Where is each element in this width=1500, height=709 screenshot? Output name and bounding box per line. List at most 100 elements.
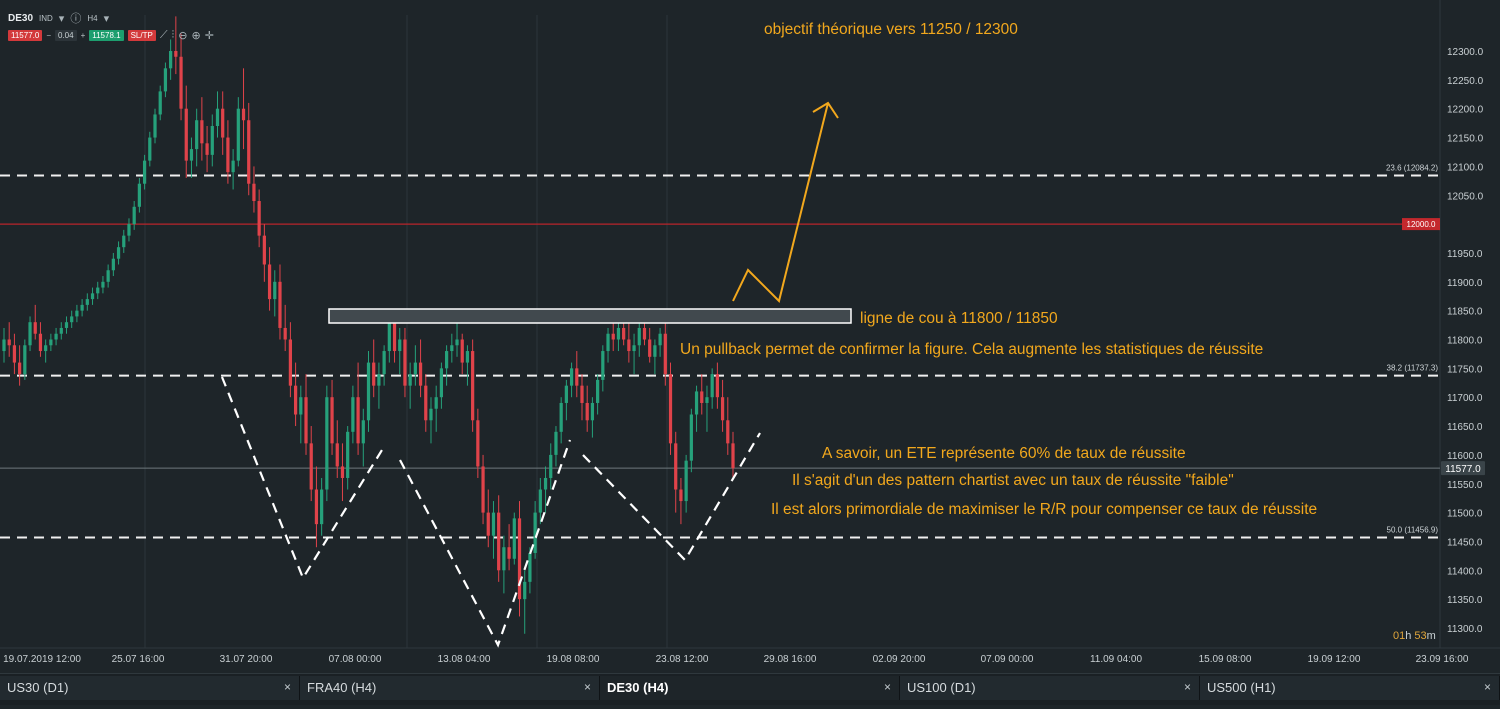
x-tick-label: 23.08 12:00	[656, 654, 709, 665]
candlestick-chart[interactable]: 12000.0 23.6 (12084.2) 38.2 (11737.3) 50.0 …	[0, 0, 1500, 704]
x-tick-label: 11.09 04:00	[1090, 654, 1143, 665]
candle-body	[575, 368, 579, 386]
chart-annotation: A savoir, un ETE représente 60% de taux …	[822, 445, 1186, 462]
candle-body	[49, 339, 53, 346]
candle-body	[684, 460, 688, 502]
zoom-in-icon[interactable]: ⊕	[191, 29, 200, 42]
y-tick-label: 11950.0	[1447, 249, 1483, 260]
close-icon[interactable]: ×	[1484, 680, 1491, 694]
chart-annotation: objectif théorique vers 11250 / 12300	[764, 21, 1018, 38]
candle-body	[330, 397, 334, 444]
indicators-icon[interactable]: ⫶	[172, 29, 175, 42]
candle-body	[413, 362, 417, 375]
candle-body	[392, 322, 397, 352]
close-icon[interactable]: ×	[884, 680, 891, 694]
candle-body	[689, 414, 693, 461]
countdown-part: 01	[1393, 630, 1405, 642]
tab-us500[interactable]: US500 (H1) ×	[1200, 676, 1500, 700]
candle-body	[720, 397, 725, 421]
zoom-out-icon[interactable]: ⊖	[178, 29, 187, 42]
y-tick-label: 12100.0	[1447, 162, 1484, 173]
close-icon[interactable]: ×	[1184, 680, 1191, 694]
x-tick-label: 07.09 00:00	[981, 654, 1034, 665]
tab-fra40[interactable]: FRA40 (H4) ×	[300, 676, 600, 700]
timeframe-caret-icon[interactable]: ▾	[104, 12, 110, 25]
candle-body	[486, 512, 490, 536]
candle-body	[538, 489, 542, 513]
countdown-part: m	[1427, 630, 1436, 642]
candle-body	[7, 339, 11, 346]
candle-body	[387, 322, 391, 352]
candle-body	[418, 362, 423, 386]
y-tick-label: 11900.0	[1447, 278, 1483, 289]
candle-body	[731, 443, 735, 469]
x-tick-label: 19.07.2019 12:00	[3, 654, 81, 665]
candle-body	[340, 466, 345, 478]
candle-body	[278, 281, 282, 328]
tab-label: DE30 (H4)	[607, 680, 669, 695]
line-chart-icon[interactable]: ⟋	[160, 29, 168, 42]
candle-body	[252, 183, 256, 202]
candle-body	[64, 322, 69, 328]
close-icon[interactable]: ×	[584, 680, 591, 694]
sell-price-button[interactable]: 11577.0	[8, 30, 43, 41]
candle-body	[679, 489, 683, 502]
fib-level-label: 23.6 (12084.2)	[1386, 164, 1438, 173]
candle-body	[528, 552, 532, 582]
caret-down-icon[interactable]: ▾	[59, 12, 65, 25]
candle-body	[601, 351, 605, 380]
candle-body	[80, 304, 84, 311]
close-icon[interactable]: ×	[284, 680, 291, 694]
sltp-button[interactable]: SL/TP	[127, 30, 156, 41]
y-tick-label: 12250.0	[1447, 76, 1484, 87]
candle-body	[210, 126, 214, 155]
crosshair-icon[interactable]: ✛	[205, 29, 214, 42]
timeframe-selector[interactable]: H4	[87, 14, 97, 23]
candle-body	[241, 108, 246, 121]
candle-body	[59, 327, 63, 334]
y-tick-label: 11500.0	[1447, 509, 1483, 520]
candle-body	[304, 397, 308, 444]
chart-annotation: Un pullback permet de confirmer la figur…	[680, 341, 1263, 358]
lot-decrease-button[interactable]: −	[46, 31, 51, 40]
candle-body	[174, 51, 178, 57]
buy-price-button[interactable]: 11578.1	[89, 30, 124, 41]
candle-body	[554, 431, 558, 455]
candle-body	[356, 397, 360, 444]
candle-body	[205, 143, 209, 155]
candle-body	[299, 397, 303, 415]
instrument-tabs: US30 (D1) × FRA40 (H4) × DE30 (H4) × US1…	[0, 673, 1500, 705]
symbol-label[interactable]: DE30	[8, 13, 33, 24]
candle-body	[325, 397, 329, 490]
tab-us100[interactable]: US100 (D1) ×	[900, 676, 1200, 700]
lot-increase-button[interactable]: +	[81, 31, 86, 40]
candle-body	[127, 224, 131, 236]
candle-body	[471, 351, 475, 421]
candle-body	[226, 137, 230, 173]
candle-body	[377, 374, 381, 386]
candle-body	[142, 160, 147, 184]
fib-level-label: 38.2 (11737.3)	[1387, 364, 1439, 373]
candle-body	[408, 374, 412, 386]
candle-body	[710, 374, 714, 398]
candle-body	[606, 333, 610, 352]
candle-body	[429, 408, 433, 421]
candle-body	[257, 201, 261, 236]
tab-us30[interactable]: US30 (D1) ×	[0, 676, 300, 700]
tab-de30[interactable]: DE30 (H4) ×	[600, 676, 900, 700]
info-icon[interactable]: ⓘ	[70, 10, 81, 26]
y-tick-label: 11850.0	[1447, 307, 1483, 318]
candle-body	[596, 379, 600, 403]
candle-body	[28, 322, 32, 346]
candle-body	[564, 385, 568, 403]
candle-body	[12, 345, 17, 363]
candle-body	[398, 339, 402, 352]
chart-area[interactable]: 12000.0 23.6 (12084.2) 38.2 (11737.3) 50.0 …	[0, 0, 1500, 704]
candle-body	[543, 477, 548, 490]
y-tick-label: 11450.0	[1447, 537, 1483, 548]
candle-body	[54, 333, 58, 340]
chart-annotation: Il est alors primordiale de maximiser le…	[771, 501, 1317, 518]
lot-size-input[interactable]: 0.04	[55, 30, 77, 41]
y-tick-label: 12150.0	[1447, 134, 1484, 145]
candle-body	[491, 512, 496, 536]
